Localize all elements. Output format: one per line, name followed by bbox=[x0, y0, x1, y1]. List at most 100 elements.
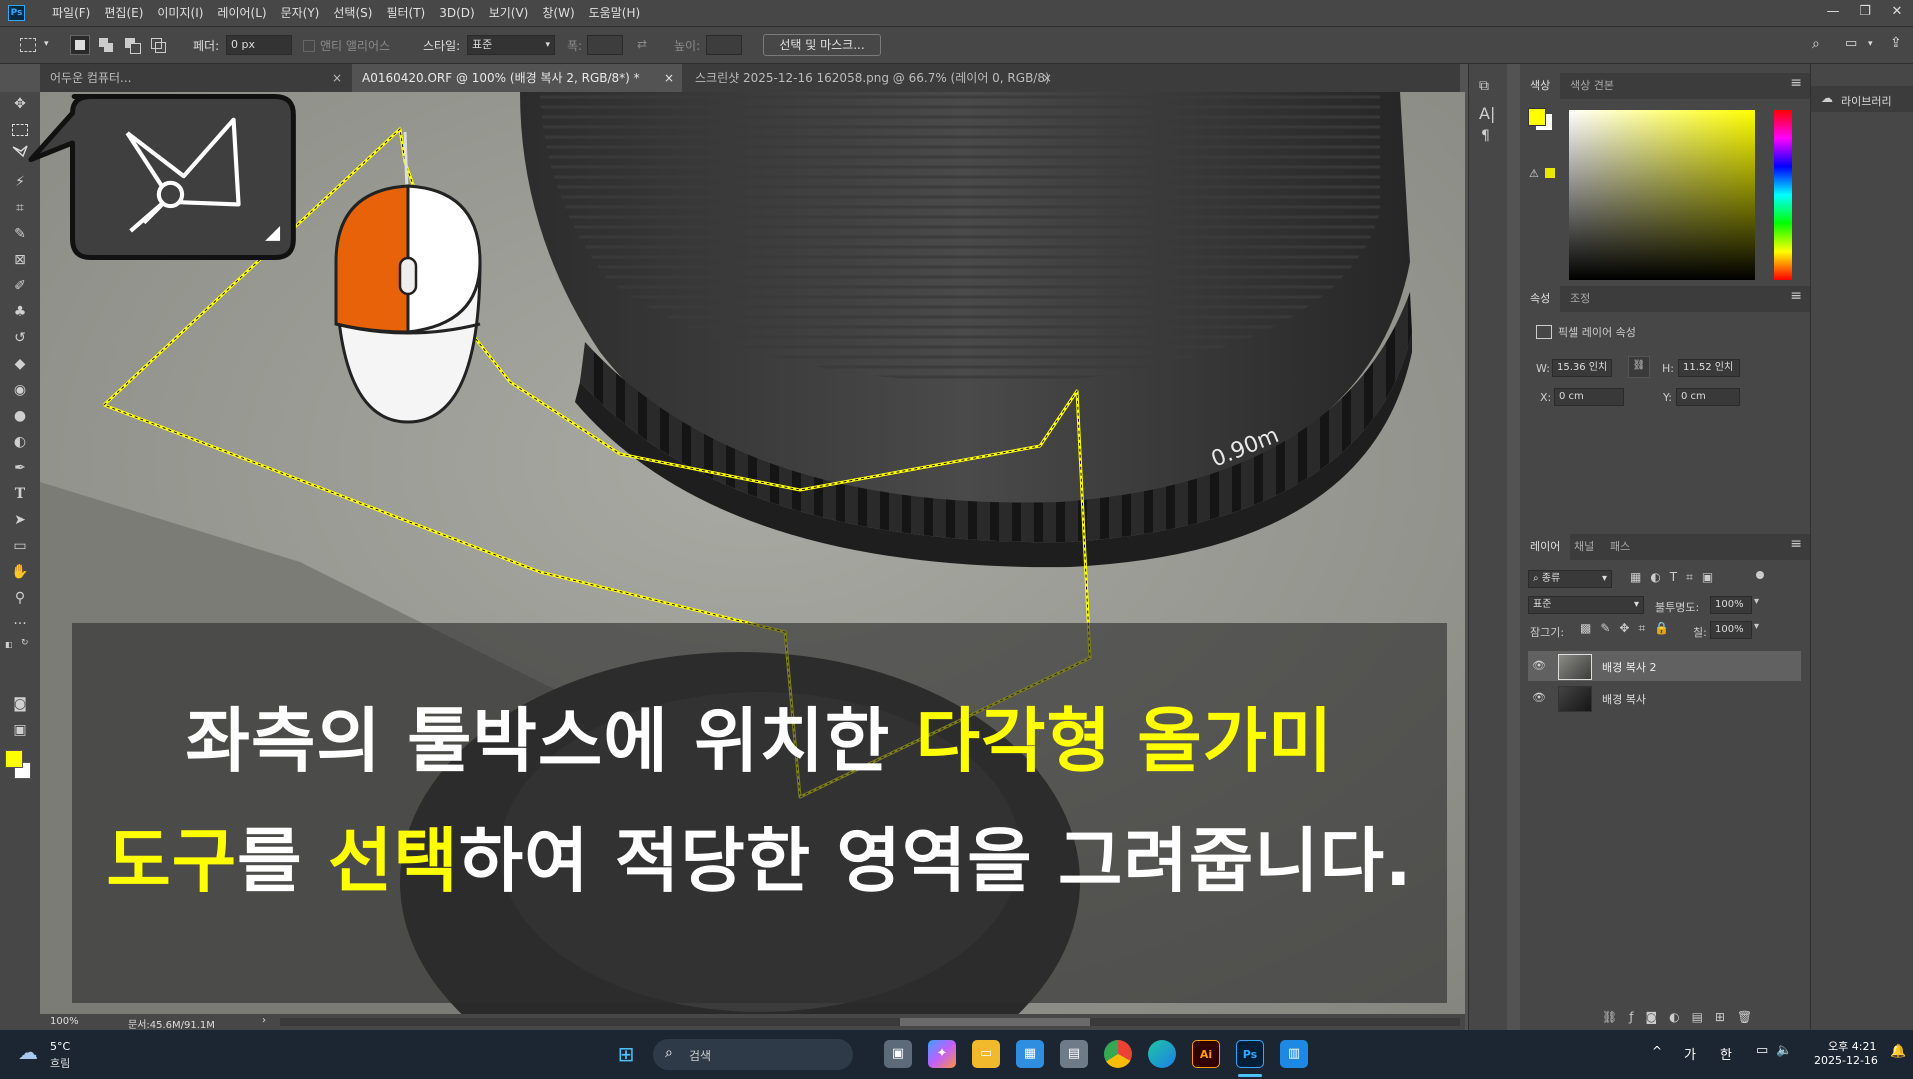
panel-menu-icon[interactable]: ≡ bbox=[1790, 288, 1802, 304]
file-explorer-icon[interactable]: ▭ bbox=[972, 1040, 1000, 1068]
select-and-mask-button[interactable]: 선택 및 마스크... bbox=[763, 34, 881, 56]
fg-color-chip[interactable] bbox=[1528, 108, 1546, 126]
tab-document-3[interactable]: 스크린샷 2025-12-16 162058.png @ 66.7% (레이어 … bbox=[685, 64, 1060, 92]
rectangle-tool-icon[interactable]: ▭ bbox=[6, 534, 34, 558]
search-box[interactable]: ⌕ 검색 bbox=[653, 1039, 853, 1070]
edge-icon[interactable] bbox=[1148, 1040, 1176, 1068]
swap-colors-icon[interactable]: ↻ bbox=[21, 638, 29, 648]
pen-tool-icon[interactable]: ✒ bbox=[6, 456, 34, 480]
tab-document-2[interactable]: A0160420.ORF @ 100% (배경 복사 2, RGB/8*) * × bbox=[352, 64, 682, 92]
menu-item[interactable]: 선택(S) bbox=[326, 0, 379, 26]
swap-icon[interactable]: ⇄ bbox=[637, 37, 647, 51]
gamut-color-chip[interactable] bbox=[1545, 168, 1555, 178]
path-selection-icon[interactable]: ➤ bbox=[6, 508, 34, 532]
close-button[interactable]: ✕ bbox=[1881, 0, 1913, 26]
close-icon[interactable]: × bbox=[1042, 64, 1052, 92]
tab-adjustments[interactable]: 조정 bbox=[1560, 286, 1600, 312]
menu-item[interactable]: 창(W) bbox=[535, 0, 581, 26]
close-icon[interactable]: × bbox=[332, 64, 342, 92]
clock-time[interactable]: 오후 4:21 bbox=[1828, 1038, 1876, 1054]
y-field[interactable]: 0 cm bbox=[1676, 388, 1740, 406]
eye-icon[interactable]: 👁 bbox=[1532, 659, 1546, 672]
paint-bucket-icon[interactable]: ◉ bbox=[6, 378, 34, 402]
zoom-tool-icon[interactable]: ⚲ bbox=[6, 586, 34, 610]
filter-toggle-icon[interactable] bbox=[1756, 571, 1764, 579]
tab-paths[interactable]: 패스 bbox=[1600, 534, 1640, 560]
blur-tool-icon[interactable]: ● bbox=[6, 404, 34, 428]
blend-mode-select[interactable]: 표준 ▾ bbox=[1528, 596, 1644, 614]
width-input[interactable] bbox=[587, 35, 623, 55]
network-icon[interactable]: ▭ bbox=[1756, 1043, 1768, 1058]
chrome-icon[interactable] bbox=[1104, 1040, 1132, 1068]
history-panel-icon[interactable]: ⧉ bbox=[1479, 78, 1489, 94]
calculator-icon[interactable]: ▤ bbox=[1060, 1040, 1088, 1068]
photoshop-taskbar-icon[interactable]: Ps bbox=[1236, 1040, 1264, 1068]
style-select[interactable]: 표준 ▾ bbox=[467, 35, 555, 55]
start-icon[interactable]: ⊞ bbox=[612, 1040, 640, 1068]
new-selection-icon[interactable] bbox=[70, 35, 90, 55]
restore-button[interactable]: ❐ bbox=[1849, 0, 1881, 26]
menu-item[interactable]: 3D(D) bbox=[432, 0, 481, 26]
weather-icon[interactable]: ☁ bbox=[18, 1040, 38, 1064]
height-field[interactable]: 11.52 인치 bbox=[1678, 359, 1740, 377]
tab-color[interactable]: 색상 bbox=[1520, 73, 1561, 99]
layer-row[interactable]: 👁 배경 복사 bbox=[1528, 683, 1801, 713]
menu-item[interactable]: 문자(Y) bbox=[274, 0, 327, 26]
menu-item[interactable]: 편집(E) bbox=[97, 0, 150, 26]
lock-icons[interactable]: ▩✎✥⌗🔒 bbox=[1580, 621, 1678, 636]
tab-swatches[interactable]: 색상 견본 bbox=[1560, 73, 1624, 99]
menu-item[interactable]: 보기(V) bbox=[482, 0, 536, 26]
screen-mode-icon[interactable]: ▣ bbox=[6, 718, 34, 742]
layer-filter-icons[interactable]: ▦◐T⌗▣ bbox=[1630, 570, 1722, 585]
ime-indicator-b[interactable]: 한 bbox=[1720, 1044, 1732, 1063]
panel-menu-icon[interactable]: ≡ bbox=[1790, 75, 1802, 91]
menu-item[interactable]: 필터(T) bbox=[379, 0, 432, 26]
menu-item[interactable]: 레이어(L) bbox=[210, 0, 273, 26]
zoom-level[interactable]: 100% bbox=[50, 1016, 79, 1027]
x-field[interactable]: 0 cm bbox=[1554, 388, 1624, 406]
layer-row[interactable]: 👁 배경 복사 2 bbox=[1528, 651, 1801, 681]
link-icon[interactable]: ⛓ bbox=[1628, 356, 1650, 378]
dodge-tool-icon[interactable]: ◐ bbox=[6, 430, 34, 454]
store-icon[interactable]: ▦ bbox=[1016, 1040, 1044, 1068]
minimize-button[interactable]: — bbox=[1817, 0, 1849, 26]
type-tool-icon[interactable]: T bbox=[6, 482, 34, 506]
menu-item[interactable]: 이미지(I) bbox=[150, 0, 210, 26]
close-icon[interactable]: × bbox=[664, 64, 674, 92]
chevron-down-icon[interactable]: ▾ bbox=[1754, 621, 1759, 632]
marquee-tool-preset-icon[interactable] bbox=[20, 38, 36, 52]
intersect-selection-icon[interactable] bbox=[148, 35, 168, 55]
workspace-icon[interactable]: ▭ bbox=[1845, 36, 1857, 51]
notepad-icon[interactable]: ▥ bbox=[1280, 1040, 1308, 1068]
default-colors-icon[interactable]: ◧ bbox=[5, 640, 13, 649]
ime-indicator-a[interactable]: 가 bbox=[1684, 1044, 1696, 1063]
tab-channels[interactable]: 채널 bbox=[1564, 534, 1604, 560]
fill-field[interactable]: 100% bbox=[1710, 621, 1752, 639]
history-brush-icon[interactable]: ↺ bbox=[6, 326, 34, 350]
feather-input[interactable]: 0 px bbox=[226, 35, 292, 55]
layer-action-icons[interactable]: ⛓ƒ◙◐▤⊞🗑 bbox=[1602, 1010, 1764, 1024]
eye-icon[interactable]: 👁 bbox=[1532, 691, 1546, 704]
tab-layers[interactable]: 레이어 bbox=[1520, 534, 1571, 560]
antialias-checkbox[interactable] bbox=[303, 40, 315, 52]
paragraph-panel-icon[interactable]: ¶ bbox=[1481, 128, 1490, 144]
chevron-down-icon[interactable]: ▾ bbox=[44, 39, 49, 49]
horizontal-scrollbar[interactable] bbox=[280, 1018, 1460, 1026]
height-input[interactable] bbox=[706, 35, 742, 55]
width-field[interactable]: 15.36 인치 bbox=[1552, 359, 1612, 377]
more-tools-icon[interactable]: ··· bbox=[6, 612, 34, 636]
color-picker-field[interactable] bbox=[1569, 110, 1755, 280]
chevron-right-icon[interactable]: › bbox=[262, 1015, 266, 1026]
quick-mask-icon[interactable]: ◙ bbox=[6, 692, 34, 716]
notification-icon[interactable]: 🔔 bbox=[1890, 1044, 1906, 1059]
hue-slider[interactable] bbox=[1774, 110, 1792, 280]
chevron-down-icon[interactable]: ▾ bbox=[1868, 39, 1873, 49]
opacity-field[interactable]: 100% bbox=[1710, 596, 1752, 614]
layer-filter-select[interactable]: ⌕ 종류 ▾ bbox=[1528, 570, 1612, 588]
panel-menu-icon[interactable]: ≡ bbox=[1790, 536, 1802, 552]
share-icon[interactable]: ⇪ bbox=[1890, 35, 1902, 51]
eraser-tool-icon[interactable]: ◆ bbox=[6, 352, 34, 376]
task-view-icon[interactable]: ▣ bbox=[884, 1040, 912, 1068]
volume-icon[interactable]: 🔈 bbox=[1776, 1043, 1792, 1058]
hand-tool-icon[interactable]: ✋ bbox=[6, 560, 34, 584]
